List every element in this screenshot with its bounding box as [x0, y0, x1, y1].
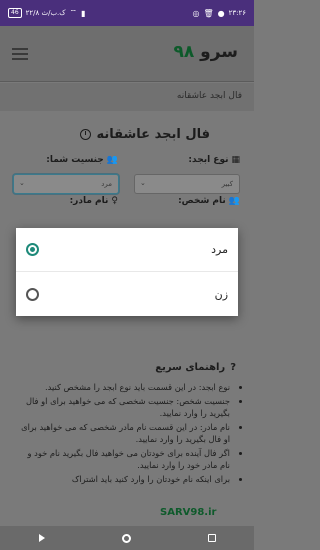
logo-number: ۹۸ [173, 42, 195, 62]
form-title: فال ابجد عاشقانه [79, 127, 211, 142]
gender-label-text: جنسیت شما: [46, 155, 104, 165]
radio-button-checked[interactable] [26, 243, 39, 256]
gender-label: 👥 جنسیت شما: [46, 155, 118, 165]
status-left: 46 ۲۲/۸ ک.ب/ث ⌔ ▮ [8, 8, 85, 18]
breadcrumb: فال ابجد عاشقانه [0, 83, 254, 111]
clock-icon [79, 129, 91, 140]
recent-apps-icon[interactable] [207, 534, 216, 542]
option-label: مرد [211, 243, 228, 256]
help-title-text: راهنمای سریع [155, 362, 226, 373]
chevron-down-icon: ⌄ [19, 179, 25, 187]
notification-icon: ● [217, 8, 225, 18]
gender-select[interactable]: مرد ⌄ [13, 174, 119, 194]
help-item: نوع ابجد: در این قسمت باید نوع ابجد را م… [15, 381, 230, 394]
abjad-type-value: کبیر [221, 180, 233, 188]
back-icon[interactable] [38, 534, 45, 542]
option-female[interactable]: زن [16, 272, 238, 316]
option-label: زن [214, 287, 228, 301]
clock-time: ۲۳:۲۶ [228, 9, 246, 17]
app-header: سرو ۹۸ [0, 26, 254, 82]
signal-icon: ▮ [81, 8, 86, 18]
help-item: نام مادر: در این قسمت نام مادر شخصی که م… [15, 421, 230, 446]
help-item: جنسیت شخص: جنسیت شخصی که می خواهید برای … [15, 395, 230, 420]
female-icon: ♀ [111, 196, 118, 206]
person-name-label: 👥 نام شخص: [178, 196, 240, 206]
abjad-type-select[interactable]: کبیر ⌄ [134, 174, 240, 194]
person-name-label-text: نام شخص: [178, 196, 226, 206]
abjad-type-label: ▦ نوع ابجد: [188, 155, 240, 165]
help-list: نوع ابجد: در این قسمت باید نوع ابجد را م… [15, 381, 240, 486]
logo-text: سرو [200, 42, 238, 62]
help-title: ? راهنمای سریع [155, 362, 236, 373]
system-nav-bar [0, 526, 254, 550]
question-icon: ? [230, 362, 236, 373]
users-icon: 👥 [228, 196, 240, 206]
help-item: اگر فال آینده برای خودتان می خواهید فال … [15, 447, 230, 472]
gender-select-dialog: مرد زن [16, 228, 238, 316]
instagram-icon: ◎ [192, 8, 200, 18]
chevron-down-icon: ⌄ [140, 179, 146, 187]
gender-value: مرد [101, 180, 112, 188]
mother-name-label-text: نام مادر: [69, 196, 109, 206]
users-icon: 👥 [106, 155, 118, 165]
battery-indicator: 46 [8, 8, 22, 18]
status-right: ◎ 🗑 ● ۲۳:۲۶ [192, 9, 246, 18]
form-title-text: فال ابجد عاشقانه [96, 127, 211, 142]
trash-icon: 🗑 [203, 8, 214, 18]
network-speed: ۲۲/۸ ک.ب/ث [25, 9, 66, 17]
watermark: SARV98.ir [160, 507, 217, 518]
home-icon[interactable] [121, 533, 131, 543]
menu-icon[interactable] [12, 48, 28, 63]
site-logo[interactable]: سرو ۹۸ [173, 42, 238, 62]
help-item: برای اینکه نام خودتان را وارد کنید باید … [15, 473, 230, 486]
option-male[interactable]: مرد [16, 228, 238, 272]
wifi-icon: ⌔ [69, 8, 78, 17]
status-bar: 46 ۲۲/۸ ک.ب/ث ⌔ ▮ ◎ 🗑 ● ۲۳:۲۶ [0, 0, 254, 26]
radio-button[interactable] [26, 287, 39, 301]
abjad-type-label-text: نوع ابجد: [188, 155, 229, 165]
calculator-icon: ▦ [231, 155, 240, 165]
mother-name-label: ♀ نام مادر: [70, 196, 118, 206]
